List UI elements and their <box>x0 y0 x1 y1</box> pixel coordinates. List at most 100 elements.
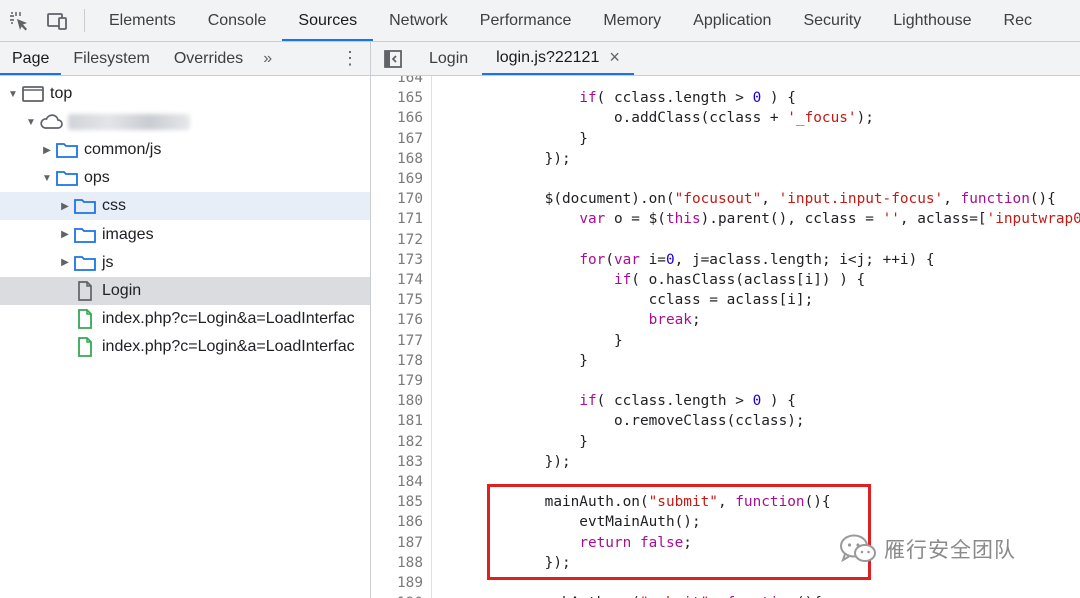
line-number[interactable]: 174 <box>371 270 423 290</box>
file-tab-label: Login <box>429 49 469 67</box>
tab-elements[interactable]: Elements <box>93 0 192 41</box>
line-number[interactable]: 171 <box>371 209 423 229</box>
line-number[interactable]: 175 <box>371 290 423 310</box>
folder-icon <box>72 224 98 246</box>
tab-memory[interactable]: Memory <box>587 0 677 41</box>
navigator-tab-filesystem[interactable]: Filesystem <box>61 42 161 75</box>
line-number[interactable]: 180 <box>371 391 423 411</box>
line-number[interactable]: 168 <box>371 149 423 169</box>
tree-item[interactable]: index.php?c=Login&a=LoadInterfac <box>0 305 370 333</box>
navigator-tab-page[interactable]: Page <box>0 42 62 75</box>
cloud-icon <box>38 111 64 133</box>
line-number[interactable]: 167 <box>371 129 423 149</box>
line-number[interactable]: 187 <box>371 533 423 553</box>
code-line: 167 } <box>371 129 1080 149</box>
folder-icon <box>54 139 80 161</box>
line-number[interactable]: 181 <box>371 411 423 431</box>
tree-item[interactable]: Login <box>0 276 370 305</box>
line-number[interactable]: 177 <box>371 331 423 351</box>
tree-item-label: common/js <box>84 141 162 159</box>
tab-rec[interactable]: Rec <box>988 0 1048 41</box>
document-icon <box>72 280 98 302</box>
code-view[interactable]: 164 165 if( cclass.length > 0 ) {166 o.ad… <box>371 76 1080 598</box>
tab-sources[interactable]: Sources <box>282 0 373 41</box>
tree-item[interactable]: ▶ css <box>0 192 370 221</box>
expanded-arrow-icon[interactable]: ▼ <box>40 171 54 185</box>
line-number[interactable]: 165 <box>371 88 423 108</box>
line-number[interactable]: 164 <box>371 76 423 88</box>
tree-item[interactable]: ▶ common/js <box>0 136 370 164</box>
line-number[interactable]: 173 <box>371 250 423 270</box>
folder-icon <box>54 167 80 189</box>
watermark: 雁行安全团队 <box>838 533 1016 565</box>
line-number[interactable]: 170 <box>371 189 423 209</box>
collapsed-arrow-icon[interactable]: ▶ <box>58 256 72 270</box>
line-number[interactable]: 182 <box>371 432 423 452</box>
code-line: 171 var o = $(this).parent(), cclass = '… <box>371 209 1080 229</box>
toggle-navigator-icon[interactable] <box>371 42 415 75</box>
line-number[interactable]: 188 <box>371 553 423 573</box>
close-tab-icon[interactable]: × <box>609 47 620 68</box>
code-text: } <box>510 332 623 349</box>
tree-item[interactable]: ▼ ops <box>0 164 370 192</box>
devtools-main-toolbar: Elements Console Sources Network Performance… <box>0 0 1080 42</box>
tab-lighthouse[interactable]: Lighthouse <box>877 0 987 41</box>
file-tab-active[interactable]: login.js?22121 × <box>482 42 634 75</box>
code-text: }); <box>510 150 571 167</box>
expanded-arrow-icon[interactable]: ▼ <box>6 87 20 101</box>
line-number[interactable]: 184 <box>371 472 423 492</box>
code-text: return false; <box>579 534 692 551</box>
tab-application[interactable]: Application <box>677 0 787 41</box>
line-number[interactable]: 178 <box>371 351 423 371</box>
tab-console[interactable]: Console <box>192 0 283 41</box>
line-number[interactable]: 189 <box>371 573 423 593</box>
code-line: 185 mainAuth.on("submit", function(){ <box>371 492 1080 512</box>
code-text: evtMainAuth(); <box>510 514 701 531</box>
line-number[interactable]: 176 <box>371 310 423 330</box>
line-number[interactable]: 172 <box>371 230 423 250</box>
line-number[interactable]: 186 <box>371 512 423 532</box>
code-line: 166 o.addClass(cclass + '_focus'); <box>371 108 1080 128</box>
tab-network[interactable]: Network <box>373 0 464 41</box>
line-number[interactable]: 183 <box>371 452 423 472</box>
tree-item[interactable]: ▼ <box>0 108 370 136</box>
tree-item-label: ops <box>84 169 110 187</box>
navigator-tabs: Page Filesystem Overrides » ⋮ <box>0 42 370 76</box>
code-text: } <box>510 352 588 369</box>
line-number[interactable]: 166 <box>371 108 423 128</box>
code-text: break; <box>648 312 701 329</box>
tree-item[interactable]: ▶ js <box>0 249 370 277</box>
more-tabs-icon[interactable]: » <box>255 42 277 75</box>
wechat-icon <box>840 534 876 563</box>
code-line: 190 subAuth.on("submit", function(){ <box>371 593 1080 598</box>
device-toolbar-icon[interactable] <box>38 0 76 41</box>
line-number[interactable]: 185 <box>371 492 423 512</box>
collapsed-arrow-icon[interactable]: ▶ <box>58 228 72 242</box>
tree-item[interactable]: ▶ images <box>0 221 370 249</box>
navigator-tab-overrides[interactable]: Overrides <box>162 42 255 75</box>
line-number[interactable]: 179 <box>371 371 423 391</box>
collapsed-arrow-icon[interactable]: ▶ <box>40 143 54 157</box>
file-tab[interactable]: Login <box>415 42 482 75</box>
tree-item[interactable]: index.php?c=Login&a=LoadInterfac <box>0 333 370 361</box>
tree-item[interactable]: ▼ top <box>0 80 370 108</box>
line-number[interactable]: 169 <box>371 169 423 189</box>
inspect-element-icon[interactable] <box>0 0 38 41</box>
line-number[interactable]: 190 <box>371 593 423 598</box>
tab-security[interactable]: Security <box>787 0 877 41</box>
code-text: for(var i=0, j=aclass.length; i<j; ++i) … <box>579 251 935 268</box>
code-line: 176 break; <box>371 310 1080 330</box>
tree-item-label: top <box>50 85 73 102</box>
collapsed-arrow-icon[interactable]: ▶ <box>58 199 72 213</box>
code-line: 164 <box>371 76 1080 88</box>
redacted-domain <box>68 114 190 131</box>
kebab-menu-icon[interactable]: ⋮ <box>330 42 370 75</box>
code-text: o.addClass(cclass + '_focus'); <box>510 110 874 127</box>
code-text: if( o.hasClass(aclass[i]) ) { <box>613 272 866 288</box>
tab-performance[interactable]: Performance <box>464 0 588 41</box>
expanded-arrow-icon[interactable]: ▼ <box>24 115 38 129</box>
editor-tabs: Login login.js?22121 × <box>371 42 1080 76</box>
code-text: $(document).on("focusout", 'input.input-… <box>510 191 1056 208</box>
watermark-text: 雁行安全团队 <box>884 538 1016 562</box>
